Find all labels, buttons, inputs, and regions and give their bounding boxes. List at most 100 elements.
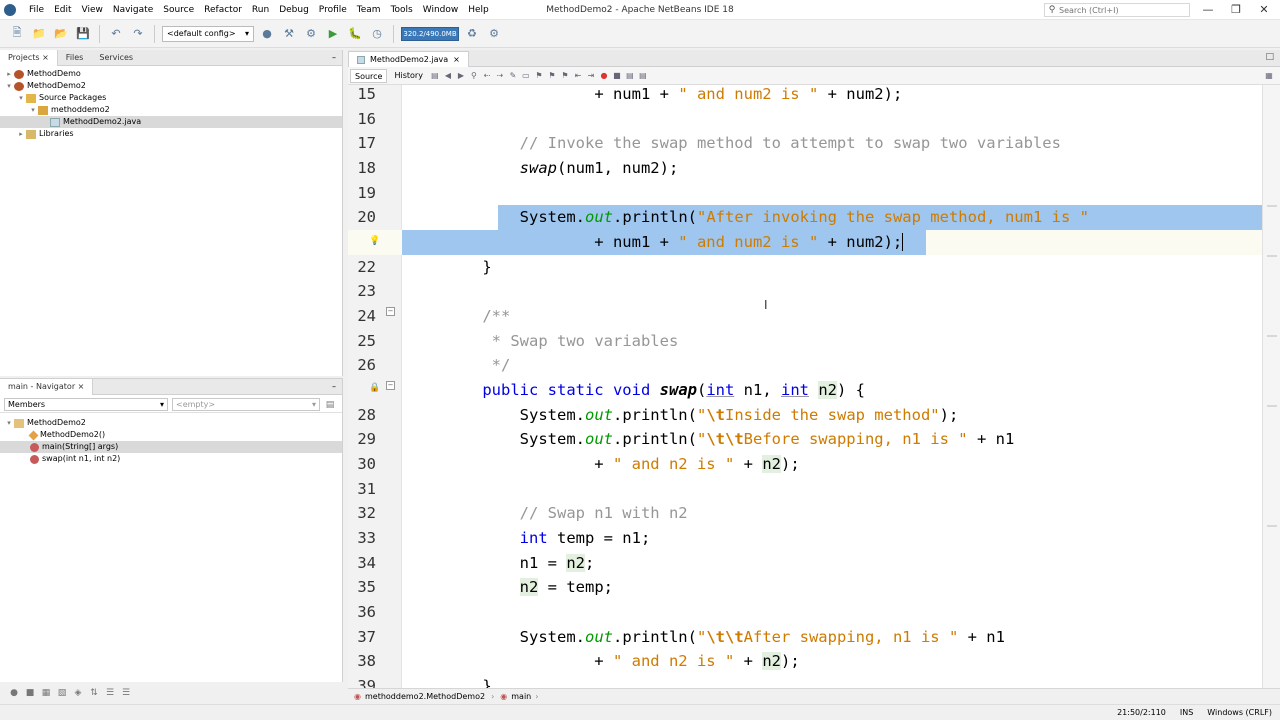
new-file-icon[interactable]: 🗎 — [8, 25, 26, 43]
close-icon[interactable]: × — [453, 52, 460, 67]
tree-item-methoddemo2[interactable]: ▾ MethodDemo2 — [0, 80, 342, 92]
gc-icon[interactable]: ♻ — [463, 25, 481, 43]
toggle-rect-select-icon[interactable]: ▭ — [521, 71, 531, 81]
minimize-panel-icon[interactable]: – — [332, 53, 342, 62]
menu-view[interactable]: View — [77, 5, 108, 15]
close-icon[interactable]: × — [42, 53, 49, 62]
tab-navigator[interactable]: main - Navigator × — [0, 378, 94, 395]
members-select[interactable]: Members ▾ — [4, 398, 168, 411]
caret-position[interactable]: 21:50/2:110 — [1117, 708, 1166, 717]
search-input[interactable] — [1059, 5, 1183, 15]
menu-team[interactable]: Team — [352, 5, 386, 15]
menu-run[interactable]: Run — [247, 5, 274, 15]
menu-edit[interactable]: Edit — [49, 5, 76, 15]
shift-right-icon[interactable]: ⇥ — [586, 71, 596, 81]
tree-item-methoddemo[interactable]: ▸ MethodDemo — [0, 68, 342, 80]
inherited-icon[interactable]: ◈ — [72, 687, 84, 699]
fqn-icon[interactable]: ☰ — [120, 687, 132, 699]
tab-files[interactable]: Files — [58, 50, 92, 66]
menu-tools[interactable]: Tools — [386, 5, 418, 15]
back-icon[interactable]: ◀ — [443, 71, 453, 81]
globe-icon[interactable]: ● — [258, 25, 276, 43]
find-next-icon[interactable]: ⇢ — [495, 71, 505, 81]
code-editor[interactable]: 15 + num1 + " and num2 is " + num2); 16 … — [348, 85, 1262, 688]
toggle-highlight-icon[interactable]: ✎ — [508, 71, 518, 81]
prev-bookmark-icon[interactable]: ⚑ — [534, 71, 544, 81]
filter-icon[interactable]: ● — [8, 687, 20, 699]
lightbulb-hint-icon[interactable]: 💡 — [369, 236, 380, 246]
collapse-icon[interactable]: ▾ — [16, 92, 26, 104]
navigator-options-icon[interactable]: ▤ — [324, 399, 336, 411]
save-all-icon[interactable]: 💾 — [74, 25, 92, 43]
menu-source[interactable]: Source — [158, 5, 199, 15]
expand-icon[interactable]: ▸ — [16, 128, 26, 140]
tree-item-source-packages[interactable]: ▾ Source Packages — [0, 92, 342, 104]
last-edit-icon[interactable]: ▤ — [430, 71, 440, 81]
editor-scrollbar[interactable] — [1262, 85, 1280, 688]
debug-icon[interactable]: 🐛 — [346, 25, 364, 43]
empty-select[interactable]: <empty> ▾ — [172, 398, 320, 411]
fields-icon[interactable]: ■ — [24, 687, 36, 699]
forward-icon[interactable]: ▶ — [456, 71, 466, 81]
fold-collapse-icon[interactable]: − — [386, 307, 395, 316]
profile-icon[interactable]: ◷ — [368, 25, 386, 43]
profiler-snapshot-icon[interactable]: ⚙ — [485, 25, 503, 43]
sort-name-icon[interactable]: ⇅ — [88, 687, 100, 699]
tab-history[interactable]: History — [390, 69, 426, 83]
collapse-icon[interactable]: ▾ — [4, 80, 14, 92]
menu-profile[interactable]: Profile — [314, 5, 352, 15]
breadcrumb-method[interactable]: main — [511, 692, 531, 701]
close-icon[interactable]: × — [78, 382, 85, 391]
start-macro-icon[interactable]: ● — [599, 71, 609, 81]
line-ending[interactable]: Windows (CRLF) — [1207, 708, 1272, 717]
editor-tab-methoddemo2[interactable]: MethodDemo2.java × — [348, 51, 469, 67]
menu-help[interactable]: Help — [463, 5, 494, 15]
menu-refactor[interactable]: Refactor — [199, 5, 247, 15]
nav-item-class[interactable]: ▾ MethodDemo2 — [0, 417, 342, 429]
collapse-icon[interactable]: ▾ — [28, 104, 38, 116]
insert-mode[interactable]: INS — [1180, 708, 1193, 717]
build-hammer-icon[interactable]: ⚒ — [280, 25, 298, 43]
tree-item-package[interactable]: ▾ methoddemo2 — [0, 104, 342, 116]
menu-window[interactable]: Window — [418, 5, 464, 15]
tree-item-java-file[interactable]: MethodDemo2.java — [0, 116, 342, 128]
ide-search-box[interactable]: ⚲ — [1044, 3, 1190, 17]
minimize-panel-icon[interactable]: – — [332, 382, 342, 391]
run-icon[interactable]: ▶ — [324, 25, 342, 43]
static-icon[interactable]: ▦ — [40, 687, 52, 699]
collapse-icon[interactable]: ▾ — [4, 417, 14, 429]
new-project-icon[interactable]: 📁 — [30, 25, 48, 43]
memory-usage-bar[interactable]: 320.2/490.0MB — [401, 26, 459, 41]
menu-debug[interactable]: Debug — [274, 5, 314, 15]
tree-item-libraries[interactable]: ▸ Libraries — [0, 128, 342, 140]
undo-icon[interactable]: ↶ — [107, 25, 125, 43]
expand-icon[interactable]: ▸ — [4, 68, 14, 80]
maximize-button[interactable]: ❐ — [1226, 2, 1246, 18]
split-icon[interactable]: ▦ — [1264, 71, 1274, 81]
nonpublic-icon[interactable]: ▧ — [56, 687, 68, 699]
find-prev-icon[interactable]: ⇠ — [482, 71, 492, 81]
find-icon[interactable]: ⚲ — [469, 71, 479, 81]
tab-projects[interactable]: Projects × — [0, 49, 58, 66]
stop-macro-icon[interactable]: ■ — [612, 71, 622, 81]
config-select[interactable]: <default config> ▾ — [162, 25, 254, 42]
fold-collapse-icon[interactable]: − — [386, 381, 395, 390]
comment-icon[interactable]: ▤ — [625, 71, 635, 81]
uncomment-icon[interactable]: ▤ — [638, 71, 648, 81]
lock-hint-icon[interactable]: 🔒 — [369, 383, 380, 393]
tab-source[interactable]: Source — [350, 68, 388, 83]
nav-item-constructor[interactable]: MethodDemo2() — [0, 429, 342, 441]
shift-left-icon[interactable]: ⇤ — [573, 71, 583, 81]
redo-icon[interactable]: ↷ — [129, 25, 147, 43]
tab-list-icon[interactable]: □ — [1265, 52, 1274, 62]
menu-navigate[interactable]: Navigate — [108, 5, 158, 15]
tab-services[interactable]: Services — [91, 50, 141, 66]
open-project-icon[interactable]: 📂 — [52, 25, 70, 43]
toggle-bookmark-icon[interactable]: ⚑ — [560, 71, 570, 81]
clean-build-icon[interactable]: ⚙ — [302, 25, 320, 43]
breadcrumb-class[interactable]: methoddemo2.MethodDemo2 — [365, 692, 485, 701]
menu-file[interactable]: File — [24, 5, 49, 15]
close-window-button[interactable]: ✕ — [1254, 2, 1274, 18]
next-bookmark-icon[interactable]: ⚑ — [547, 71, 557, 81]
minimize-button[interactable]: — — [1198, 2, 1218, 18]
